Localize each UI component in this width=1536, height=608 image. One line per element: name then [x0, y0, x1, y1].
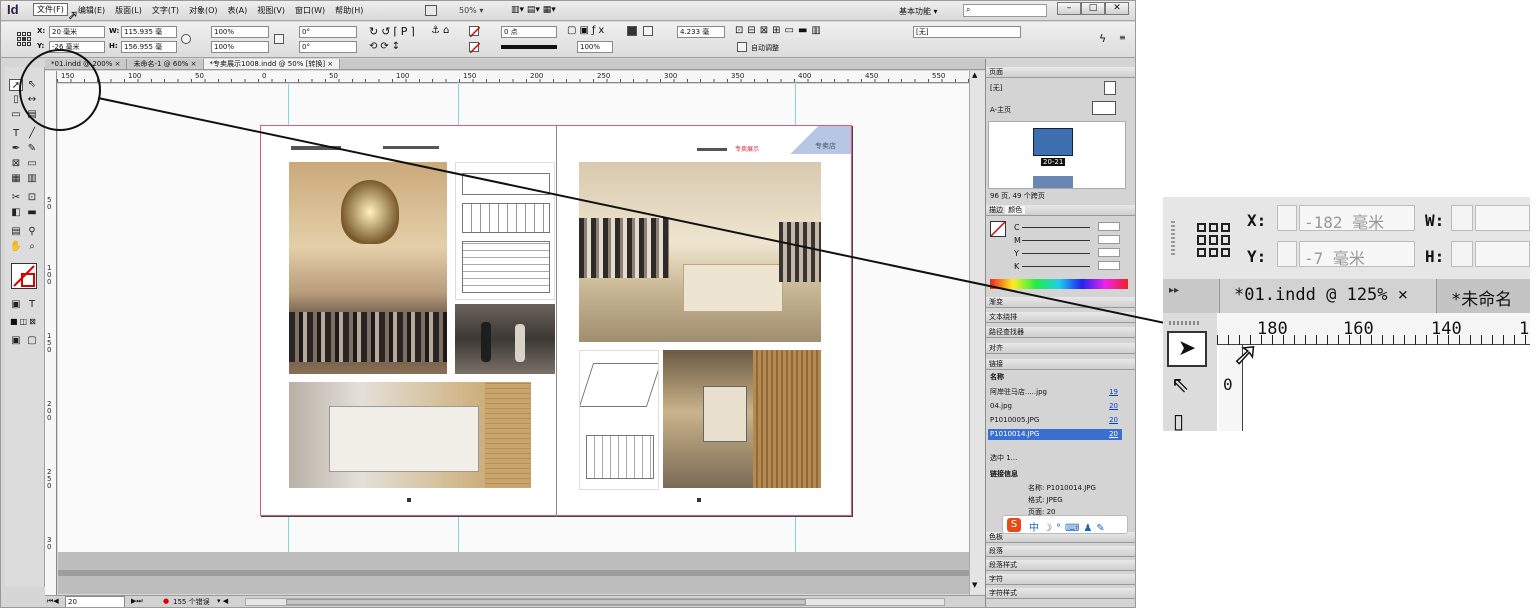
zoom-tab-untitled[interactable]: *未命名: [1437, 279, 1530, 313]
zoom-tab-01-indd[interactable]: *01.indd @ 125% ×: [1219, 279, 1437, 313]
zoom-direct-selection-icon[interactable]: ⇖: [1171, 373, 1189, 398]
y-stepper[interactable]: [1277, 241, 1297, 267]
mouse-cursor-icon: ➚: [68, 8, 79, 23]
zoom-ruler: 180 160 140 1: [1217, 313, 1530, 345]
zoom-h-label: H:: [1425, 247, 1445, 266]
highlight-circle: [19, 49, 101, 131]
zoom-page-tool-icon[interactable]: ▯: [1173, 409, 1184, 431]
zoom-h-field[interactable]: [1475, 241, 1530, 267]
zoom-x-label: X:: [1247, 211, 1267, 230]
zoom-y-field[interactable]: -7 毫米: [1299, 241, 1415, 268]
x-stepper[interactable]: [1277, 205, 1297, 231]
grip-icon: [1169, 321, 1199, 325]
callout-arrow-line: [97, 97, 1237, 339]
w-stepper[interactable]: [1451, 205, 1473, 231]
zoom-callout: X: -182 毫米 Y: -7 毫米 W: H: ▸▸ *01.indd @ …: [1163, 197, 1530, 431]
zoom-document-tabs: ▸▸ *01.indd @ 125% × *未命名: [1163, 279, 1530, 313]
zoom-w-field[interactable]: [1475, 205, 1530, 231]
zoom-vruler-label: 0: [1223, 375, 1233, 394]
expand-icon[interactable]: ▸▸: [1169, 285, 1179, 296]
reference-point-icon[interactable]: [1197, 223, 1231, 257]
zoom-ruler-ticks: [1217, 335, 1530, 345]
zoom-w-label: W:: [1425, 211, 1445, 230]
zoom-mouse-cursor-icon: ➚: [1232, 336, 1259, 373]
zoom-selection-tool-icon[interactable]: ➤: [1167, 331, 1207, 367]
zoom-x-field[interactable]: -182 毫米: [1299, 205, 1415, 232]
zoom-y-label: Y:: [1247, 247, 1267, 266]
grip-icon: [1171, 219, 1175, 255]
zoom-control-bar: X: -182 毫米 Y: -7 毫米 W: H:: [1163, 197, 1530, 279]
zoom-tools: ➤ ⇖ ▯: [1163, 313, 1217, 431]
h-stepper[interactable]: [1451, 241, 1473, 267]
